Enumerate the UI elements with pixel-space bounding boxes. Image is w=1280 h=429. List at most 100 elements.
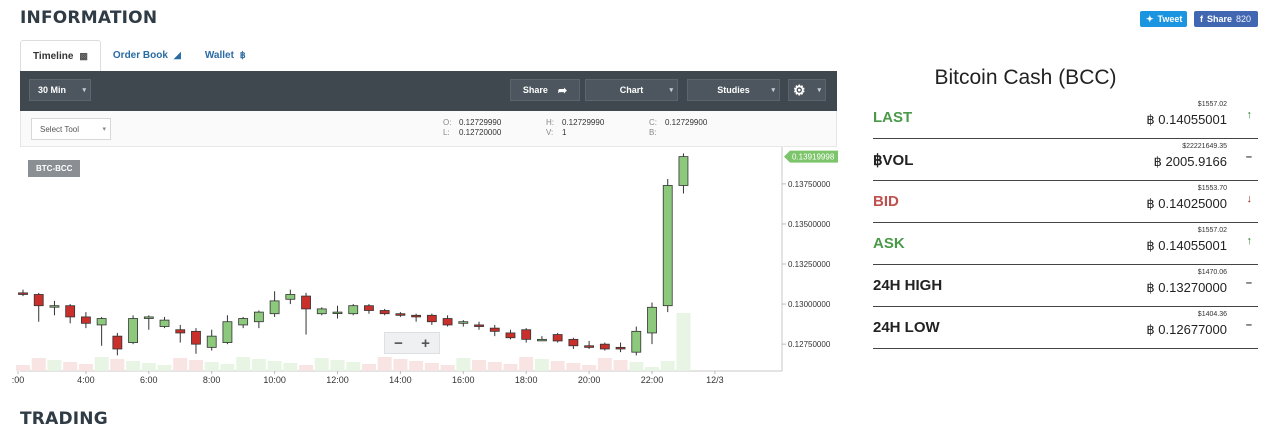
- candle-down[interactable]: [426, 314, 437, 323]
- market-label: LAST: [873, 109, 913, 126]
- volume-bar: [47, 360, 62, 371]
- candle-up[interactable]: [269, 300, 280, 315]
- price-chart[interactable]: 0.13750000 0.13500000 0.13250000 0.13000000…: [12, 147, 838, 385]
- volume-bar: [519, 357, 534, 371]
- candle-up[interactable]: [222, 321, 233, 343]
- volume-bar: [94, 357, 109, 371]
- candle-down[interactable]: [505, 332, 516, 339]
- timeframe-dropdown[interactable]: 30 Min ▾: [29, 79, 91, 101]
- tab-wallet[interactable]: Wallet ฿: [193, 40, 258, 71]
- candle-up[interactable]: [49, 305, 60, 308]
- share-label: Share: [1207, 14, 1233, 24]
- volume-bar: [63, 362, 78, 371]
- volume-bar: [503, 364, 518, 371]
- candle-up[interactable]: [662, 185, 673, 307]
- share-count: 820: [1236, 14, 1252, 24]
- tweet-button[interactable]: ✦ Tweet: [1140, 11, 1187, 27]
- candle-down[interactable]: [33, 294, 44, 307]
- zoom-out-button[interactable]: −: [385, 333, 412, 353]
- market-row: 24H LOW $1404.36 ฿ 0.12677000 –: [873, 307, 1258, 349]
- chart-type-dropdown[interactable]: Chart ▾: [585, 79, 678, 101]
- chevron-down-icon: ▾: [102, 126, 106, 133]
- candle-down[interactable]: [65, 305, 76, 318]
- candle-down[interactable]: [599, 343, 610, 350]
- volume-bar: [31, 358, 46, 371]
- tab-order-book[interactable]: Order Book ◢: [101, 40, 193, 71]
- candle-down[interactable]: [395, 313, 406, 316]
- studies-dropdown[interactable]: Studies ▾: [687, 79, 780, 101]
- chart-type-label: Chart: [619, 85, 644, 95]
- tab-timeline-label: Timeline: [33, 51, 74, 62]
- volume-bar: [126, 361, 141, 371]
- candle-up[interactable]: [206, 335, 217, 348]
- candle-up[interactable]: [537, 338, 547, 342]
- candle-down[interactable]: [442, 318, 453, 326]
- zoom-in-button[interactable]: +: [412, 333, 439, 353]
- candle-down[interactable]: [584, 345, 594, 348]
- candle-down[interactable]: [175, 329, 186, 334]
- chevron-down-icon: ▾: [669, 87, 673, 94]
- volume-bar: [597, 358, 612, 371]
- candle-up[interactable]: [332, 311, 343, 315]
- candle-up[interactable]: [631, 330, 642, 353]
- candle-up[interactable]: [238, 318, 249, 326]
- select-tool-dropdown[interactable]: Select Tool ▾: [31, 118, 111, 140]
- candle-down[interactable]: [552, 334, 563, 342]
- x-tick-label: :00: [12, 375, 25, 385]
- chevron-down-icon: ▾: [82, 87, 86, 94]
- settings-dropdown[interactable]: ⚙ ▾: [788, 79, 826, 101]
- candle-up[interactable]: [128, 318, 138, 343]
- market-label: 24H HIGH: [873, 277, 943, 294]
- y-tick-label: 0.13250000: [788, 260, 831, 269]
- ohlc-bar: Select Tool ▾ O: 0.12729990 L: 0.12720000 …: [20, 111, 837, 147]
- volume-bar: [629, 362, 644, 371]
- candle-up[interactable]: [253, 311, 264, 323]
- twitter-icon: ✦: [1146, 13, 1154, 24]
- x-tick-label: 10:00: [263, 375, 286, 385]
- candle-up[interactable]: [316, 308, 327, 315]
- volume-bar: [440, 365, 455, 371]
- candle-down[interactable]: [379, 310, 390, 315]
- candle-up[interactable]: [647, 306, 657, 334]
- current-price-label: 0.13919998: [792, 153, 835, 162]
- candle-up[interactable]: [143, 316, 154, 319]
- candle-down[interactable]: [615, 346, 626, 350]
- candle-down[interactable]: [489, 327, 500, 332]
- candle-up[interactable]: [458, 321, 469, 324]
- facebook-share-button[interactable]: f Share 820: [1194, 11, 1258, 27]
- candle-down[interactable]: [301, 295, 311, 310]
- candle-down[interactable]: [521, 329, 532, 340]
- share-chart-button[interactable]: Share ➦: [510, 79, 580, 101]
- candle-up[interactable]: [678, 156, 689, 186]
- ohlc-close: 0.12729900: [665, 118, 708, 127]
- market-label: ฿VOL: [873, 152, 914, 169]
- volume-bar: [660, 361, 675, 371]
- candle-down[interactable]: [191, 330, 201, 345]
- volume-bar: [314, 358, 329, 371]
- tab-timeline[interactable]: Timeline ▩: [20, 40, 101, 71]
- candle-down[interactable]: [474, 324, 484, 327]
- candle-up[interactable]: [348, 305, 359, 315]
- bitcoin-icon: ฿: [239, 50, 246, 60]
- volume-bar: [110, 359, 125, 371]
- volume-bar: [173, 358, 188, 371]
- candle-down[interactable]: [18, 292, 28, 295]
- market-row: 24H HIGH $1470.06 ฿ 0.13270000 –: [873, 265, 1258, 307]
- candle-up[interactable]: [96, 318, 107, 326]
- candle-up[interactable]: [285, 294, 296, 300]
- candle-down[interactable]: [411, 314, 422, 318]
- candle-down[interactable]: [112, 335, 123, 350]
- candle-down[interactable]: [568, 338, 579, 347]
- candle-up[interactable]: [159, 319, 170, 327]
- volume-bar: [582, 365, 597, 371]
- candle-down[interactable]: [364, 305, 374, 311]
- chart-toolbar: 30 Min ▾ Share ➦ Chart ▾ Studies ▾ ⚙ ▾: [20, 71, 837, 111]
- candle-down[interactable]: [81, 316, 91, 324]
- trend-arrow-icon: ↑: [1246, 109, 1253, 121]
- volume-bar: [424, 363, 439, 371]
- ohlc-open-low: O: 0.12729990 L: 0.12720000: [443, 118, 501, 138]
- market-usd-value: $1553.70: [1197, 185, 1227, 192]
- ohlc-close-key: C:: [649, 118, 657, 127]
- ohlc-high: 0.12729990: [562, 118, 605, 127]
- volume-bar: [645, 367, 659, 371]
